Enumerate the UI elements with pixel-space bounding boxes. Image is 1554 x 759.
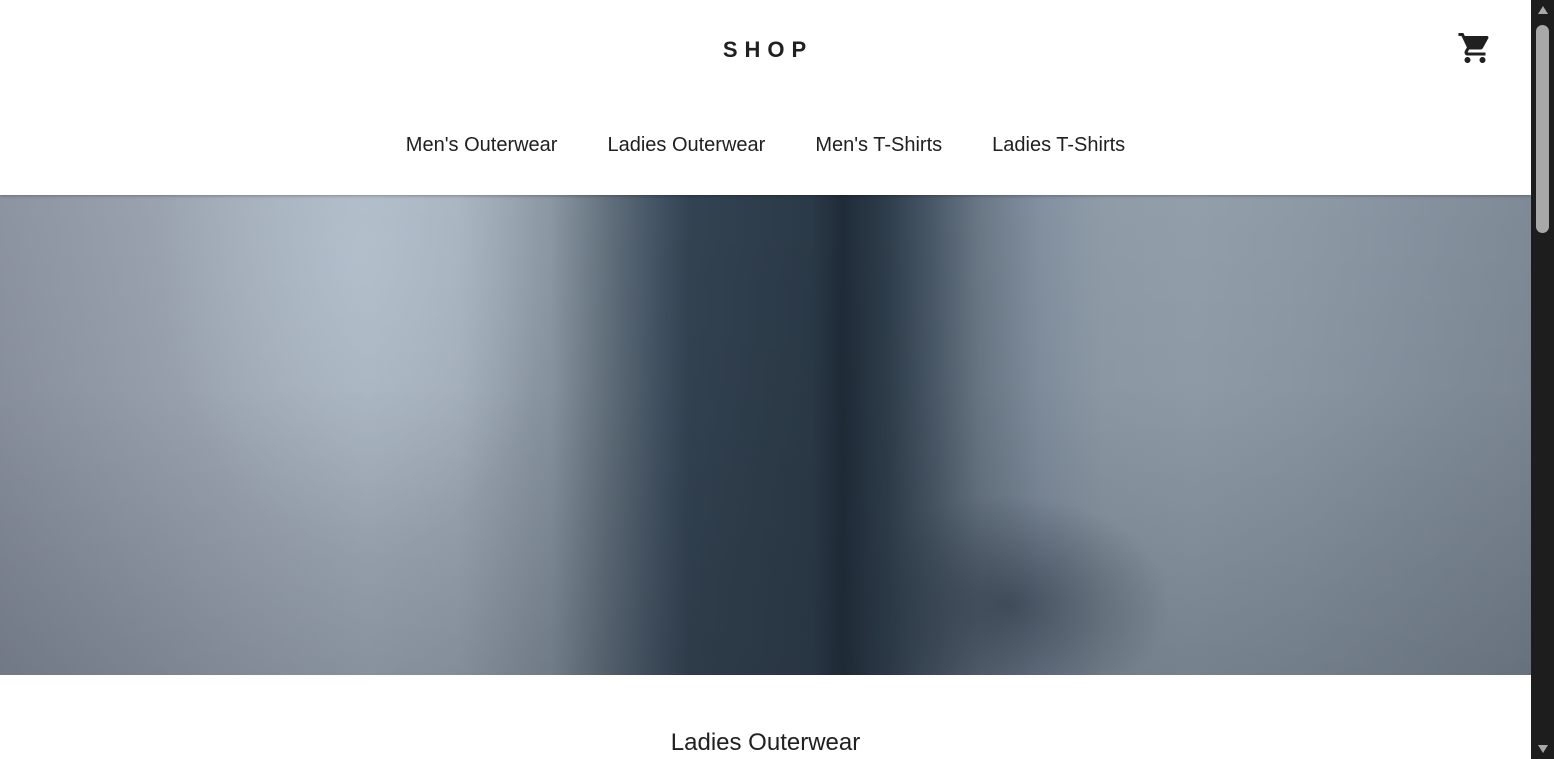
hero-banner-shade — [0, 195, 1531, 675]
scroll-up-arrow-icon[interactable] — [1531, 0, 1554, 20]
nav-item-mens-outerwear[interactable]: Men's Outerwear — [406, 131, 558, 159]
scrollbar-thumb[interactable] — [1536, 25, 1549, 233]
hero-banner-image — [0, 195, 1531, 675]
shopping-cart-svg — [1458, 33, 1489, 63]
nav-item-ladies-tshirts[interactable]: Ladies T-Shirts — [992, 131, 1125, 159]
nav-item-mens-tshirts[interactable]: Men's T-Shirts — [815, 131, 942, 159]
shopping-cart-icon[interactable] — [1457, 30, 1493, 66]
category-title: Ladies Outerwear — [670, 729, 861, 756]
shop-logo[interactable]: SHOP — [0, 34, 1531, 66]
page: SHOP Men's Outerwear Ladies Outerwear Me… — [0, 0, 1531, 759]
vertical-scrollbar[interactable] — [1531, 0, 1554, 759]
nav-item-ladies-outerwear[interactable]: Ladies Outerwear — [607, 131, 765, 159]
scroll-down-arrow-icon[interactable] — [1531, 739, 1554, 759]
category-nav: Men's Outerwear Ladies Outerwear Men's T… — [0, 131, 1531, 159]
app-header: SHOP Men's Outerwear Ladies Outerwear Me… — [0, 0, 1531, 195]
